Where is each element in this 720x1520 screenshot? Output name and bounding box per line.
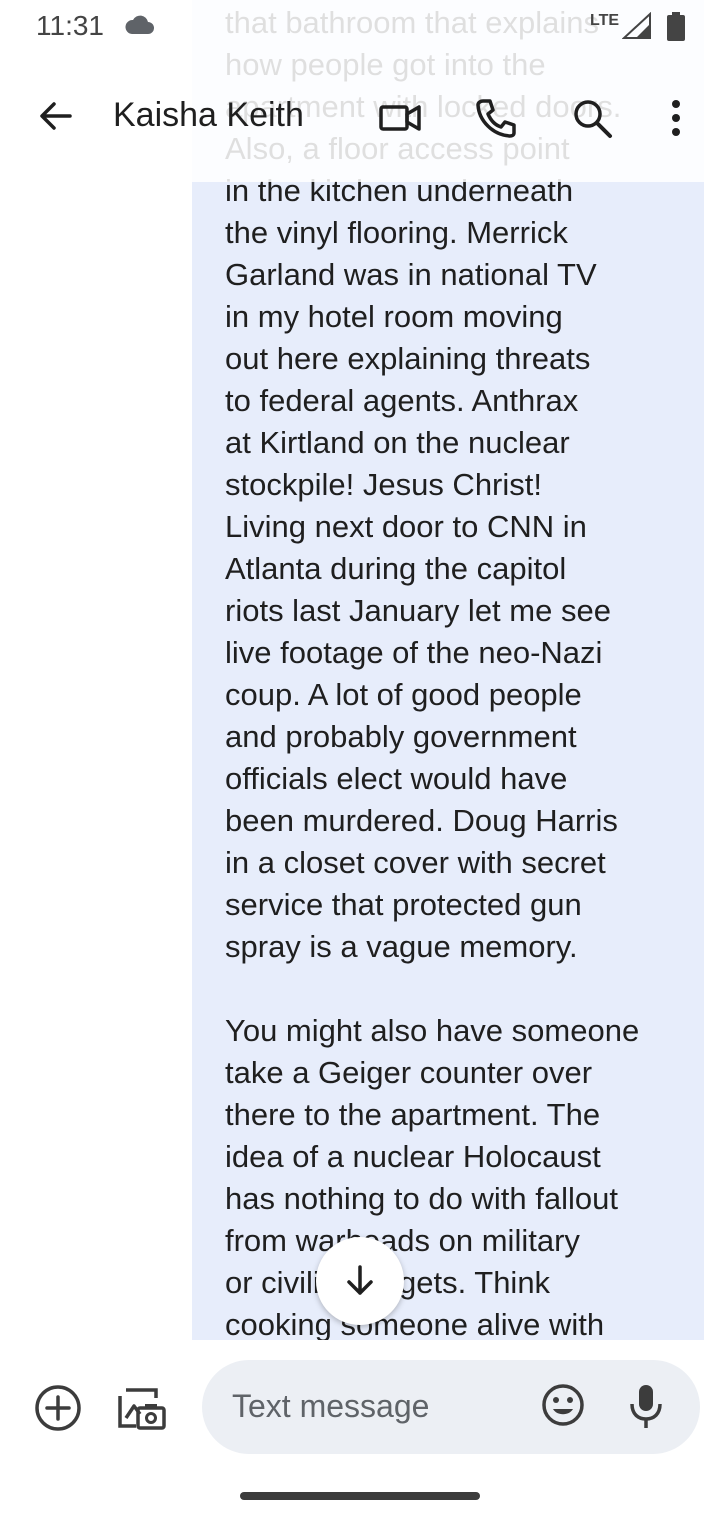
mic-icon[interactable] — [628, 1382, 664, 1430]
home-indicator[interactable] — [240, 1492, 480, 1500]
emoji-icon[interactable] — [540, 1382, 586, 1428]
message-text: crawl space entrance in that bathroom th… — [225, 5, 640, 1340]
search-icon[interactable] — [570, 96, 614, 140]
video-call-icon[interactable] — [378, 96, 422, 140]
more-vert-icon[interactable] — [654, 96, 698, 140]
arrow-down-icon — [347, 1265, 373, 1295]
top-app-bar: 11:31 LTE Kaisha Keith — [0, 0, 720, 182]
cloud-icon — [125, 15, 154, 34]
gallery-camera-icon[interactable] — [116, 1382, 168, 1434]
scroll-to-bottom-button[interactable] — [316, 1237, 404, 1325]
status-time: 11:31 — [36, 10, 104, 41]
signal-icon — [622, 12, 651, 39]
status-bar: 11:31 LTE — [0, 0, 720, 54]
message-bubble[interactable]: crawl space entrance in that bathroom th… — [192, 0, 704, 1340]
network-label: LTE — [590, 12, 620, 29]
message-input[interactable]: Text message — [202, 1360, 700, 1454]
back-arrow-icon[interactable] — [36, 96, 76, 136]
battery-icon — [667, 12, 685, 41]
phone-icon[interactable] — [474, 96, 518, 140]
contact-name: Kaisha Keith — [113, 96, 304, 134]
add-icon[interactable] — [34, 1384, 82, 1432]
message-input-placeholder: Text message — [232, 1388, 430, 1424]
